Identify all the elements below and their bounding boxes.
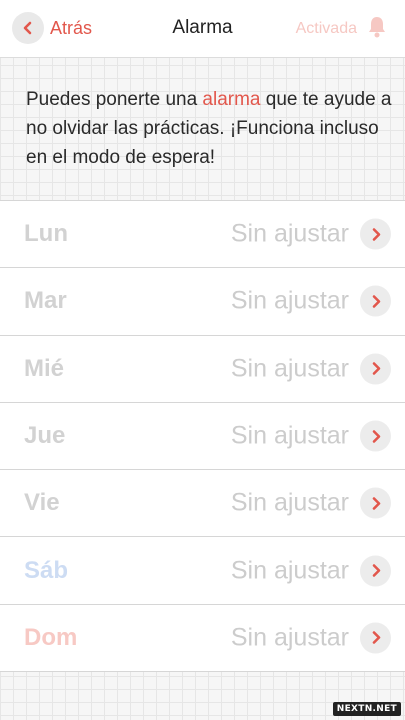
- day-name: Sáb: [24, 556, 69, 584]
- chevron-right-icon[interactable]: [360, 420, 391, 452]
- day-alarm-value: Sin ajustar: [230, 219, 349, 248]
- bell-icon[interactable]: [367, 15, 387, 39]
- day-alarm-value: Sin ajustar: [230, 488, 349, 517]
- intro-text: Puedes ponerte una alarma que te ayude a…: [26, 85, 398, 172]
- intro-text-start: Puedes ponerte una: [26, 89, 203, 110]
- day-row-sab[interactable]: Sáb Sin ajustar: [0, 537, 405, 605]
- day-name: Dom: [24, 623, 78, 651]
- day-row-jue[interactable]: Jue Sin ajustar: [0, 403, 405, 471]
- alarm-status-toggle[interactable]: Activada: [296, 20, 357, 38]
- chevron-right-icon[interactable]: [360, 555, 391, 587]
- day-row-dom[interactable]: Dom Sin ajustar: [0, 605, 405, 673]
- day-row-lun[interactable]: Lun Sin ajustar: [0, 201, 405, 269]
- day-alarm-value: Sin ajustar: [230, 421, 349, 450]
- day-row-mar[interactable]: Mar Sin ajustar: [0, 268, 405, 336]
- days-list: Lun Sin ajustar Mar Sin ajustar Mié Sin …: [0, 200, 405, 673]
- intro-highlight: alarma: [202, 89, 261, 110]
- chevron-right-icon[interactable]: [360, 353, 391, 385]
- day-alarm-value: Sin ajustar: [230, 623, 349, 652]
- day-name: Mié: [24, 354, 65, 382]
- chevron-right-icon[interactable]: [360, 218, 391, 250]
- watermark-logo: NEXTN.NET: [332, 702, 401, 716]
- day-row-mie[interactable]: Mié Sin ajustar: [0, 336, 405, 403]
- chevron-right-icon[interactable]: [360, 487, 391, 519]
- day-alarm-value: Sin ajustar: [230, 354, 349, 383]
- day-alarm-value: Sin ajustar: [230, 556, 349, 585]
- day-row-vie[interactable]: Vie Sin ajustar: [0, 470, 405, 538]
- top-bar: Atrás Alarma Activada: [0, 0, 405, 58]
- day-name: Jue: [24, 422, 66, 450]
- day-name: Vie: [24, 489, 60, 517]
- day-name: Mar: [24, 287, 67, 315]
- day-alarm-value: Sin ajustar: [230, 286, 349, 315]
- chevron-right-icon[interactable]: [360, 622, 391, 654]
- day-name: Lun: [24, 220, 68, 248]
- chevron-right-icon[interactable]: [360, 285, 391, 317]
